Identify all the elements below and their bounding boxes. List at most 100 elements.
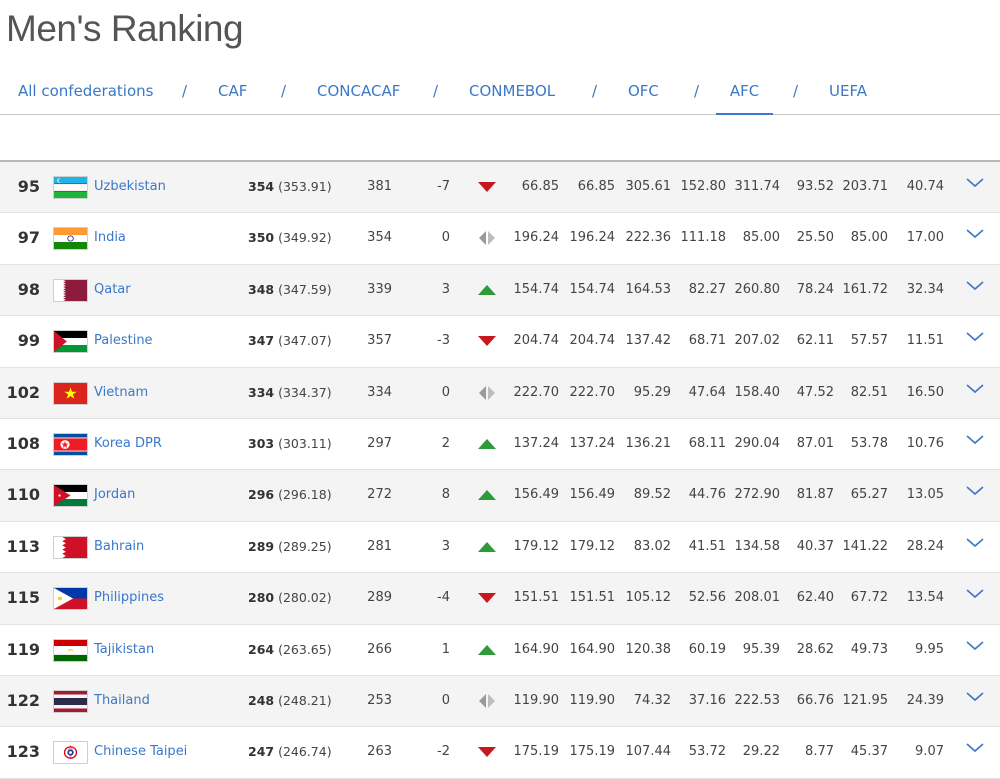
stat-value: 13.54 [906, 590, 944, 606]
team-link[interactable]: Uzbekistan [94, 162, 166, 212]
team-link[interactable]: Thailand [94, 676, 150, 726]
stat-value: 65.27 [850, 487, 888, 503]
points-value: 334 [248, 384, 275, 400]
chevron-down-icon[interactable] [964, 275, 986, 297]
stat-value: 53.78 [850, 435, 888, 451]
previous-points: 339 [367, 281, 392, 297]
stat-value: 32.34 [906, 281, 944, 297]
points-value: 350 [248, 230, 275, 246]
chevron-down-icon[interactable] [964, 686, 986, 708]
team-link[interactable]: Jordan [94, 470, 135, 520]
stat-value: 47.52 [796, 384, 834, 400]
filter-bar [0, 115, 1000, 159]
stat-value: 11.51 [906, 333, 944, 349]
tab-separator: / [433, 82, 439, 100]
stat-value: 66.85 [577, 179, 615, 194]
chevron-down-icon[interactable] [964, 429, 986, 451]
table-row[interactable]: 102 Vietnam 334 (334.37) 334 0 222.70 222.70 95… [0, 367, 1000, 419]
table-row[interactable]: 108 Korea DPR 303 (303.11) 297 2 137.24 137.24… [0, 419, 1000, 471]
stat-value: 120.38 [625, 641, 672, 657]
table-row[interactable]: 99 Palestine 347 (347.07) 357 -3 204.74 204.74… [0, 316, 1000, 368]
confederation-tabs: All confederations / CAF / CONCACAF / CO… [0, 70, 1000, 116]
team-link[interactable]: Chinese Taipei [94, 727, 187, 777]
stat-value: 154.74 [513, 281, 560, 297]
chevron-down-icon[interactable] [964, 326, 986, 348]
page-title: Men's Ranking [6, 8, 244, 49]
chevron-down-icon[interactable] [964, 737, 986, 759]
chevron-down-icon[interactable] [964, 480, 986, 502]
team-link[interactable]: India [94, 213, 126, 263]
points-precise: (347.07) [278, 333, 332, 349]
points-precise: (296.18) [278, 487, 332, 503]
stat-value: 60.19 [688, 641, 726, 657]
stat-value: 161.72 [842, 281, 889, 297]
chevron-down-icon[interactable] [964, 378, 986, 400]
stat-value: 89.52 [633, 487, 671, 503]
rank-movement: -7 [437, 179, 450, 194]
points-value: 347 [248, 333, 275, 349]
stat-value: 68.71 [688, 333, 726, 349]
table-row[interactable]: 115 Philippines 280 (280.02) 289 -4 151.51 151… [0, 573, 1000, 625]
stat-value: 62.11 [796, 333, 834, 349]
total-points: 334 (334.37) [248, 368, 332, 418]
stat-value: 49.73 [850, 641, 888, 657]
tab-afc[interactable]: AFC [716, 80, 773, 116]
points-value: 264 [248, 641, 275, 657]
tab-concacaf[interactable]: CONCACAF [317, 80, 400, 113]
chevron-down-icon[interactable] [964, 583, 986, 605]
previous-points: 263 [367, 744, 392, 760]
stat-value: 17.00 [906, 230, 944, 246]
chevron-down-icon[interactable] [964, 172, 986, 194]
team-link[interactable]: Bahrain [94, 522, 144, 572]
stat-value: 137.24 [513, 435, 560, 451]
stat-value: 208.01 [734, 590, 781, 606]
stat-value: 207.02 [734, 333, 781, 349]
stat-value: 179.12 [569, 538, 616, 554]
table-row[interactable]: 95 Uzbekistan 354 (353.91) 381 -7 66.85 66.85 3… [0, 162, 1000, 214]
table-row[interactable]: 122 Thailand 248 (248.21) 253 0 119.90 119.90 7… [0, 675, 1000, 728]
korea-dpr-flag-icon [53, 432, 88, 456]
table-row[interactable]: 98 Qatar 348 (347.59) 339 3 154.74 154.74 164.5… [0, 264, 1000, 317]
stat-value: 95.29 [633, 384, 671, 400]
stat-value: 111.18 [680, 230, 727, 246]
total-points: 264 (263.65) [248, 625, 332, 675]
stat-value: 9.95 [915, 641, 944, 657]
no-change-icon [477, 213, 497, 263]
arrow-down-icon [477, 573, 497, 623]
team-link[interactable]: Qatar [94, 265, 131, 315]
chevron-down-icon[interactable] [964, 635, 986, 657]
points-value: 289 [248, 538, 275, 554]
thailand-flag-icon [53, 689, 88, 713]
table-row[interactable]: 110 Jordan 296 (296.18) 272 8 156.49 156.49 89.… [0, 470, 1000, 522]
tab-ofc[interactable]: OFC [628, 80, 659, 113]
table-row[interactable]: 119 Tajikistan 264 (263.65) 266 1 164.90 164.9… [0, 625, 1000, 676]
team-link[interactable]: Philippines [94, 573, 164, 623]
stat-value: 204.74 [513, 333, 560, 349]
vietnam-flag-icon [53, 381, 88, 405]
tab-all-confederations[interactable]: All confederations [18, 80, 153, 113]
stat-value: 45.37 [850, 744, 888, 760]
stat-value: 78.24 [796, 281, 834, 297]
stat-value: 10.76 [906, 435, 944, 451]
chevron-down-icon[interactable] [964, 532, 986, 554]
team-link[interactable]: Vietnam [94, 368, 148, 418]
team-link[interactable]: Palestine [94, 316, 153, 366]
rank-value: 102 [6, 382, 40, 402]
stat-value: 93.52 [796, 179, 834, 194]
table-row[interactable]: 123 Chinese Taipei 247 (246.74) 263 -2 175.19… [0, 727, 1000, 779]
ranking-table: 95 Uzbekistan 354 (353.91) 381 -7 66.85 66.85 3… [0, 160, 1000, 779]
tab-uefa[interactable]: UEFA [829, 80, 867, 113]
previous-points: 357 [367, 333, 392, 349]
palestine-flag-icon [53, 330, 88, 354]
tab-conmebol[interactable]: CONMEBOL [469, 80, 555, 113]
tab-caf[interactable]: CAF [218, 80, 247, 113]
arrow-down-icon [477, 316, 497, 366]
points-value: 247 [248, 744, 275, 760]
stat-value: 68.11 [688, 435, 726, 451]
stat-value: 8.77 [805, 744, 834, 760]
table-row[interactable]: 97 India 350 (349.92) 354 0 196.24 196.24 222.3… [0, 213, 1000, 265]
chevron-down-icon[interactable] [964, 223, 986, 245]
table-row[interactable]: 113 Bahrain 289 (289.25) 281 3 179.12 179.12 83… [0, 522, 1000, 574]
team-link[interactable]: Korea DPR [94, 419, 162, 469]
team-link[interactable]: Tajikistan [94, 625, 154, 675]
